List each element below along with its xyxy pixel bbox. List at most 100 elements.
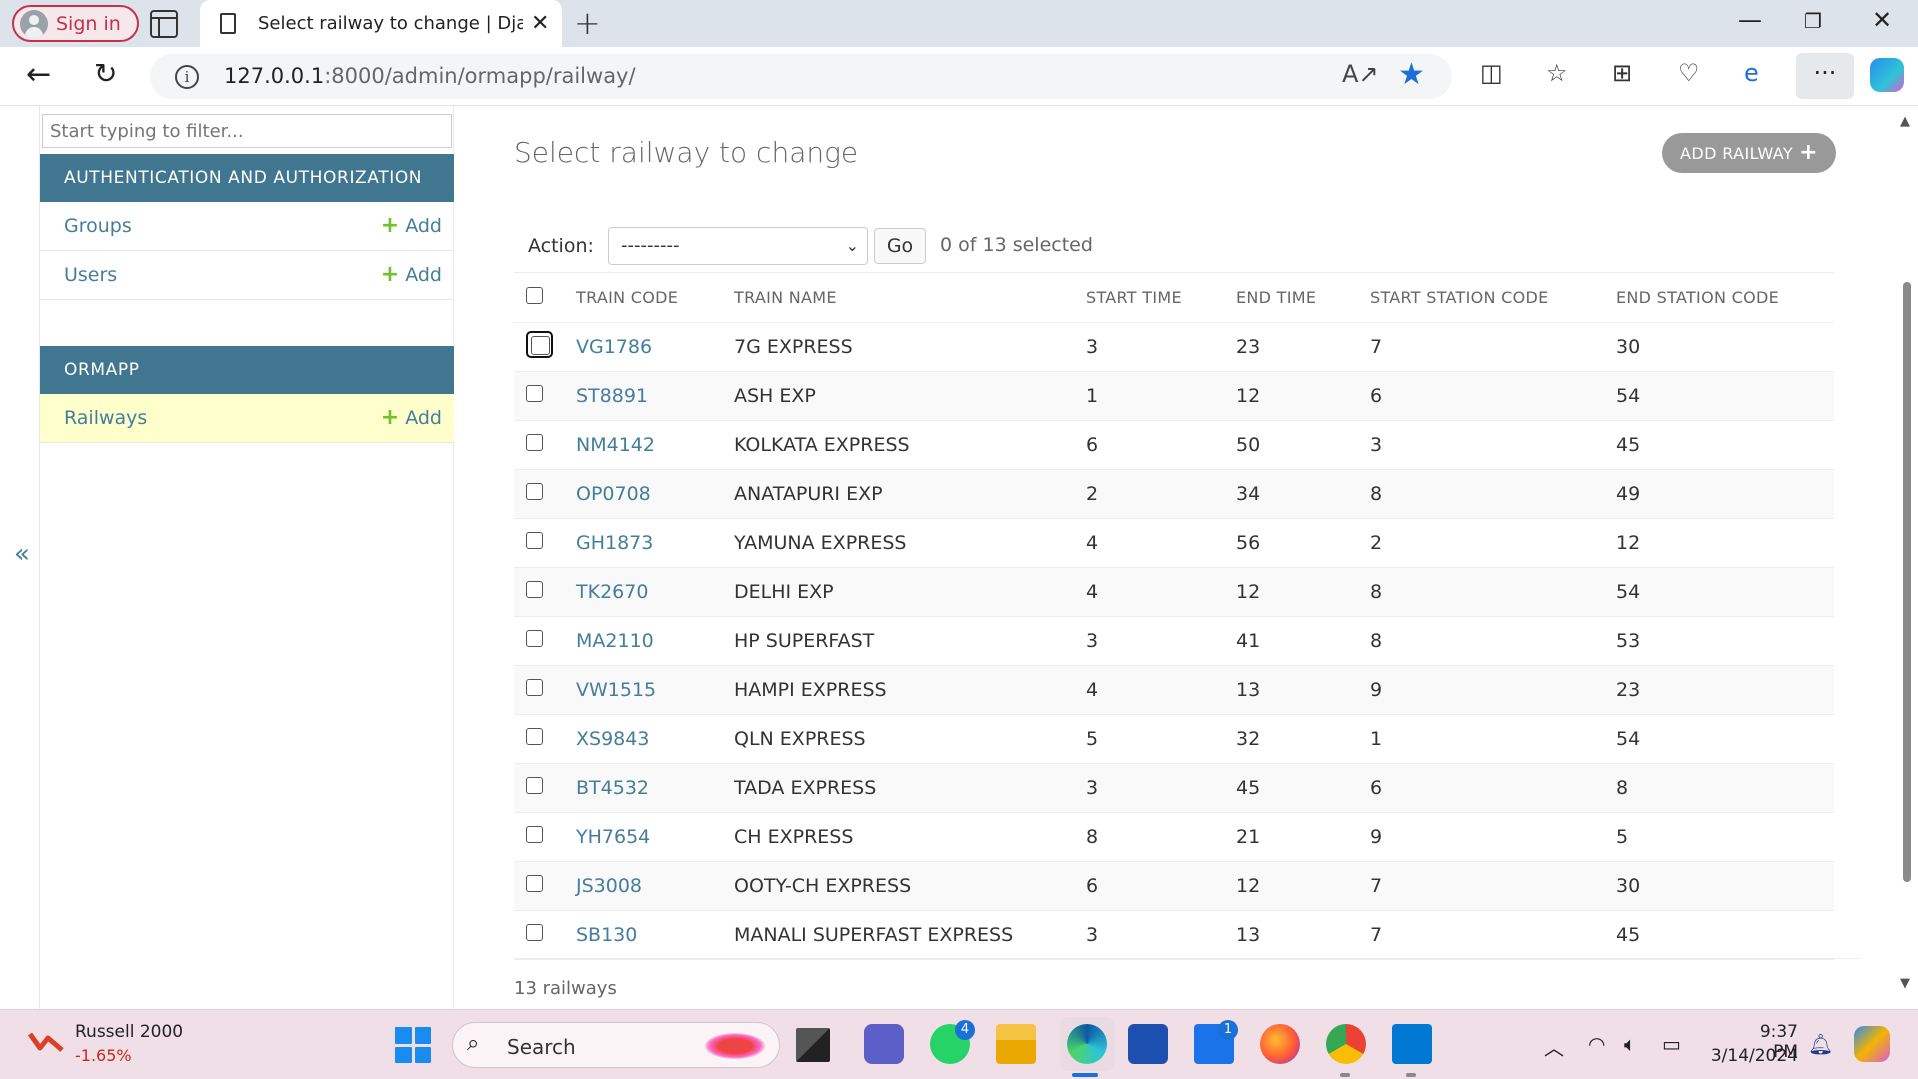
more-options-icon[interactable]: ··· bbox=[1796, 53, 1854, 99]
train-code-link[interactable]: BT4532 bbox=[576, 777, 649, 799]
end-time-cell: 12 bbox=[1236, 371, 1370, 421]
train-code-link[interactable]: XS9843 bbox=[576, 728, 649, 750]
train-code-link[interactable]: YH7654 bbox=[576, 826, 650, 848]
row-checkbox[interactable] bbox=[526, 385, 543, 402]
column-header-train-code[interactable]: TRAIN CODE bbox=[576, 272, 734, 323]
sign-in-button[interactable]: Sign in bbox=[12, 5, 139, 42]
add-plus-icon: + bbox=[380, 405, 400, 430]
row-checkbox[interactable] bbox=[526, 434, 543, 451]
minimize-icon[interactable]: — bbox=[1738, 6, 1762, 34]
go-button[interactable]: Go bbox=[874, 228, 926, 264]
train-code-link[interactable]: OP0708 bbox=[576, 483, 651, 505]
task-view-icon[interactable] bbox=[796, 1028, 830, 1062]
toggle-sidebar-button[interactable]: « bbox=[14, 539, 30, 569]
notification-bell-icon[interactable]: 🔔︎ bbox=[1808, 1032, 1833, 1056]
favorite-star-icon[interactable]: ★ bbox=[1398, 57, 1425, 92]
train-code-link[interactable]: SB130 bbox=[576, 924, 637, 946]
select-all-checkbox[interactable] bbox=[526, 287, 543, 304]
train-name-cell: CH EXPRESS bbox=[734, 812, 1086, 862]
copilot-pre-icon[interactable] bbox=[1854, 1026, 1890, 1062]
column-header-end-station-code[interactable]: END STATION CODE bbox=[1616, 272, 1834, 323]
row-checkbox[interactable] bbox=[526, 826, 543, 843]
tab-actions-icon[interactable] bbox=[150, 10, 178, 38]
train-code-link[interactable]: TK2670 bbox=[576, 581, 648, 603]
end-station-code-cell: 5 bbox=[1616, 812, 1834, 862]
column-header-start-time[interactable]: START TIME bbox=[1086, 272, 1236, 323]
paginator-divider bbox=[514, 958, 1860, 959]
taskbar-search[interactable]: ⌕ Search bbox=[452, 1022, 780, 1068]
railways-add-link[interactable]: + Add bbox=[381, 405, 442, 430]
tray-chevron-up-icon[interactable]: ︿ bbox=[1544, 1032, 1564, 1061]
column-header-train-name[interactable]: TRAIN NAME bbox=[734, 272, 1086, 323]
address-bar[interactable]: i 127.0.0.1:8000/admin/ormapp/railway/ A… bbox=[150, 54, 1452, 99]
window-close-icon[interactable]: ✕ bbox=[1872, 6, 1892, 34]
row-checkbox[interactable] bbox=[526, 728, 543, 745]
users-link[interactable]: Users bbox=[64, 264, 117, 286]
row-checkbox[interactable] bbox=[526, 875, 543, 892]
windows-start-icon[interactable] bbox=[395, 1027, 431, 1063]
scroll-up-icon[interactable]: ▲ bbox=[1900, 114, 1910, 129]
action-select[interactable]: --------- ⌄ bbox=[608, 227, 868, 265]
train-code-link[interactable]: VW1515 bbox=[576, 679, 656, 701]
restore-icon[interactable]: ❐ bbox=[1804, 9, 1822, 33]
wifi-icon[interactable]: ◠ bbox=[1588, 1032, 1605, 1056]
read-aloud-icon[interactable]: A↗ bbox=[1342, 60, 1379, 88]
scrollbar-thumb[interactable] bbox=[1903, 282, 1911, 882]
row-checkbox[interactable] bbox=[526, 581, 543, 598]
train-code-cell: OP0708 bbox=[576, 469, 734, 519]
column-header-start-station-code[interactable]: START STATION CODE bbox=[1370, 272, 1616, 323]
railways-link[interactable]: Railways bbox=[64, 407, 147, 429]
microsoft-store-icon[interactable] bbox=[1128, 1024, 1168, 1064]
chrome-icon[interactable] bbox=[1326, 1024, 1366, 1064]
train-code-link[interactable]: MA2110 bbox=[576, 630, 654, 652]
browser-essentials-icon[interactable]: ♡ bbox=[1678, 59, 1700, 87]
site-info-icon[interactable]: i bbox=[175, 65, 199, 89]
train-code-link[interactable]: ST8891 bbox=[576, 385, 648, 407]
edge-bar-icon[interactable]: e bbox=[1744, 59, 1759, 87]
row-checkbox[interactable] bbox=[526, 679, 543, 696]
new-tab-icon[interactable]: + bbox=[574, 4, 601, 42]
module-caption-ormapp[interactable]: ORMAPP bbox=[40, 346, 454, 394]
row-checkbox[interactable] bbox=[526, 483, 543, 500]
row-checkbox[interactable] bbox=[526, 331, 553, 358]
file-explorer-icon[interactable] bbox=[996, 1024, 1036, 1064]
train-code-cell: ST8891 bbox=[576, 371, 734, 421]
split-screen-icon[interactable]: ◫ bbox=[1480, 59, 1503, 87]
row-checkbox[interactable] bbox=[526, 777, 543, 794]
stock-chart-icon[interactable] bbox=[28, 1030, 64, 1054]
column-header-end-time[interactable]: END TIME bbox=[1236, 272, 1370, 323]
back-arrow-icon[interactable]: ← bbox=[26, 57, 51, 92]
teams-icon[interactable] bbox=[864, 1024, 904, 1064]
train-code-cell: NM4142 bbox=[576, 420, 734, 470]
favorites-icon[interactable]: ☆ bbox=[1546, 59, 1568, 87]
sidebar-filter-input[interactable] bbox=[42, 114, 452, 148]
users-add-link[interactable]: + Add bbox=[381, 262, 442, 287]
vertical-scrollbar[interactable]: ▲ ▼ bbox=[1896, 106, 1918, 1009]
scroll-down-icon[interactable]: ▼ bbox=[1900, 976, 1910, 991]
firefox-icon[interactable] bbox=[1260, 1024, 1300, 1064]
train-code-link[interactable]: JS3008 bbox=[576, 875, 642, 897]
add-railway-button[interactable]: ADD RAILWAY + bbox=[1662, 133, 1836, 173]
clock-date[interactable]: 3/14/2024 bbox=[1710, 1046, 1798, 1066]
active-tab[interactable]: Select railway to change | Django site a… bbox=[200, 0, 562, 47]
tab-title: Select railway to change | Django site a… bbox=[258, 13, 523, 34]
groups-link[interactable]: Groups bbox=[64, 215, 132, 237]
groups-add-link[interactable]: + Add bbox=[381, 213, 442, 238]
train-code-cell: VG1786 bbox=[576, 322, 734, 372]
row-checkbox[interactable] bbox=[526, 532, 543, 549]
row-checkbox[interactable] bbox=[526, 630, 543, 647]
volume-icon[interactable]: 🔈︎ bbox=[1624, 1032, 1636, 1056]
row-checkbox[interactable] bbox=[526, 924, 543, 941]
refresh-icon[interactable]: ↻ bbox=[94, 57, 117, 90]
train-code-link[interactable]: VG1786 bbox=[576, 336, 652, 358]
widget-name[interactable]: Russell 2000 bbox=[75, 1022, 183, 1042]
train-code-link[interactable]: NM4142 bbox=[576, 434, 655, 456]
module-caption-auth[interactable]: AUTHENTICATION AND AUTHORIZATION bbox=[40, 154, 454, 202]
train-code-link[interactable]: GH1873 bbox=[576, 532, 653, 554]
tab-close-icon[interactable]: ✕ bbox=[531, 11, 549, 36]
url-text[interactable]: 127.0.0.1:8000/admin/ormapp/railway/ bbox=[224, 64, 636, 88]
copilot-icon[interactable] bbox=[1870, 58, 1904, 92]
collections-icon[interactable]: ⊞ bbox=[1612, 59, 1632, 87]
vscode-icon[interactable] bbox=[1392, 1024, 1432, 1064]
battery-icon[interactable]: ▭ bbox=[1662, 1032, 1681, 1056]
